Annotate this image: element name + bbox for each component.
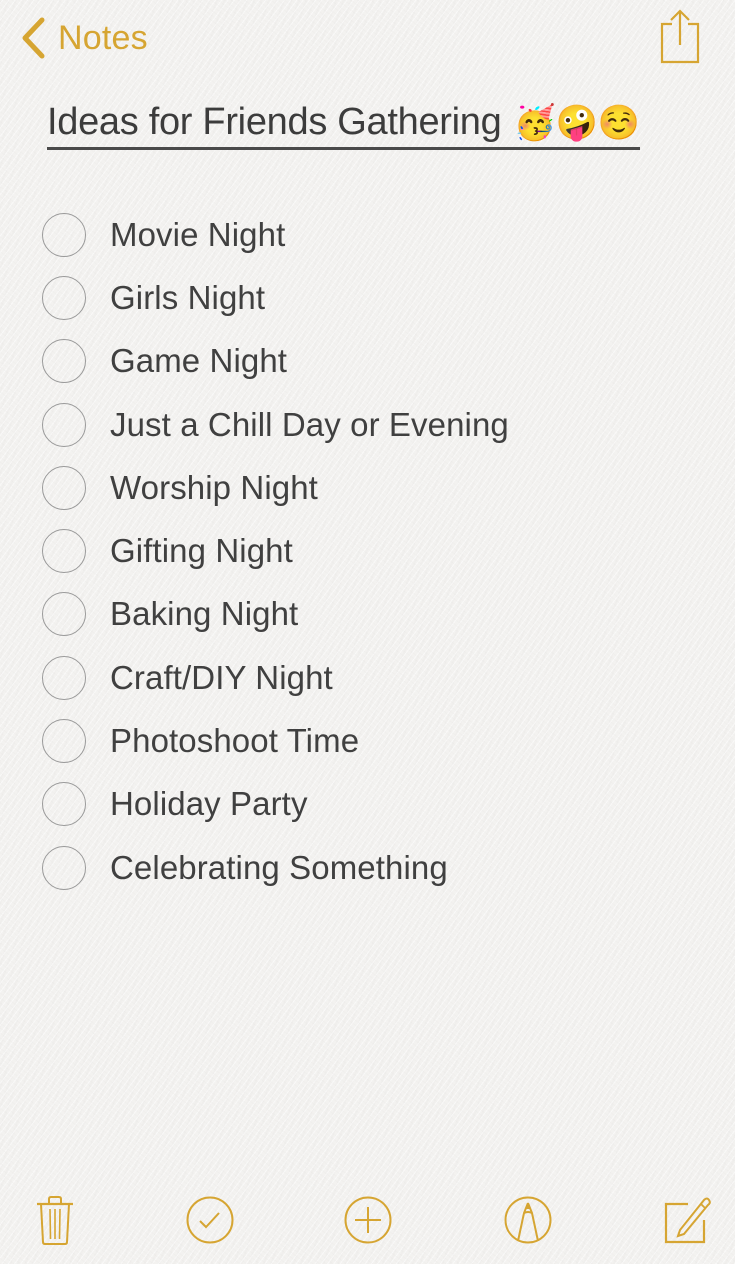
- checklist-item-label[interactable]: Game Night: [110, 342, 287, 380]
- checklist-item: Celebrating Something: [42, 836, 509, 899]
- checklist-item: Worship Night: [42, 456, 509, 519]
- delete-button[interactable]: [27, 1190, 83, 1250]
- back-button-label: Notes: [58, 18, 148, 57]
- note-title-emoji: 🥳🤪☺️: [513, 104, 640, 142]
- checklist-item: Craft/DIY Night: [42, 646, 509, 709]
- checklist: Movie Night Girls Night Game Night Just …: [42, 203, 509, 899]
- checkbox-circle[interactable]: [42, 402, 86, 447]
- checkbox-circle[interactable]: [42, 339, 86, 384]
- checklist-item-label[interactable]: Craft/DIY Night: [110, 659, 333, 697]
- checklist-item: Just a Chill Day or Evening: [42, 393, 509, 456]
- checklist-item-label[interactable]: Gifting Night: [110, 532, 293, 570]
- checklist-item-label[interactable]: Holiday Party: [110, 785, 308, 823]
- note-title-text: Ideas for Friends Gathering: [47, 101, 502, 143]
- checklist-item-label[interactable]: Just a Chill Day or Evening: [110, 406, 509, 444]
- share-icon: [658, 9, 702, 68]
- checklist-item: Holiday Party: [42, 773, 509, 836]
- checklist-item: Game Night: [42, 330, 509, 393]
- checkbox-circle[interactable]: [42, 655, 86, 700]
- checklist-item-label[interactable]: Girls Night: [110, 279, 265, 317]
- checklist-item: Movie Night: [42, 203, 509, 266]
- chevron-left-icon: [20, 16, 46, 60]
- compose-button[interactable]: [658, 1190, 714, 1250]
- trash-icon: [35, 1194, 75, 1246]
- back-button[interactable]: Notes: [20, 16, 148, 60]
- note-title[interactable]: Ideas for Friends Gathering 🥳🤪☺️: [47, 98, 640, 150]
- checklist-item-label[interactable]: Photoshoot Time: [110, 722, 359, 760]
- checkbox-circle[interactable]: [42, 529, 86, 574]
- checkbox-circle[interactable]: [42, 782, 86, 827]
- checklist-item-label[interactable]: Worship Night: [110, 469, 318, 507]
- checklist-item-label[interactable]: Baking Night: [110, 595, 298, 633]
- compose-icon: [660, 1194, 712, 1246]
- markup-button[interactable]: [500, 1190, 556, 1250]
- plus-circle-icon: [343, 1195, 393, 1245]
- checklist-item: Girls Night: [42, 266, 509, 329]
- checkbox-circle[interactable]: [42, 592, 86, 637]
- checkmark-circle-icon: [185, 1195, 235, 1245]
- checklist-item: Photoshoot Time: [42, 709, 509, 772]
- checkbox-circle[interactable]: [42, 275, 86, 320]
- checklist-item-label[interactable]: Movie Night: [110, 216, 285, 254]
- checkbox-circle[interactable]: [42, 212, 86, 257]
- checklist-item-label[interactable]: Celebrating Something: [110, 849, 448, 887]
- checklist-item: Gifting Night: [42, 519, 509, 582]
- checklist-item: Baking Night: [42, 583, 509, 646]
- share-button[interactable]: [658, 8, 702, 64]
- checkbox-circle[interactable]: [42, 845, 86, 890]
- checklist-button[interactable]: [182, 1190, 238, 1250]
- add-button[interactable]: [340, 1190, 396, 1250]
- pen-tip-circle-icon: [503, 1195, 553, 1245]
- checkbox-circle[interactable]: [42, 465, 86, 510]
- bottom-toolbar: [0, 1190, 735, 1250]
- checkbox-circle[interactable]: [42, 719, 86, 764]
